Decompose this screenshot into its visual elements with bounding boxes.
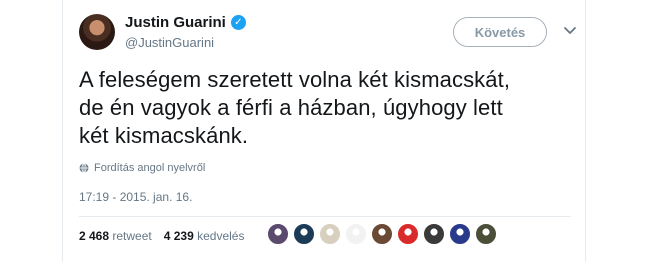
liker-avatar-2[interactable]: [293, 223, 315, 245]
author-handle[interactable]: @JustinGuarini: [125, 35, 246, 50]
tweet-timestamp[interactable]: 17:19 - 2015. jan. 16.: [79, 190, 192, 204]
engagement-stats: 2 468 retweet 4 239 kedvelés: [79, 229, 256, 243]
liker-avatar-3[interactable]: [319, 223, 341, 245]
tweet-card: Justin Guarini ✓ @JustinGuarini Követés …: [62, 0, 586, 262]
likes-label: kedvelés: [197, 229, 245, 243]
globe-icon: [79, 163, 89, 173]
name-row: Justin Guarini ✓: [125, 14, 246, 31]
author-avatar[interactable]: [79, 14, 115, 50]
liker-avatar-6[interactable]: [397, 223, 419, 245]
tweet-text: A feleségem szeretett volna két kismacsk…: [79, 66, 575, 150]
liker-avatar-9[interactable]: [475, 223, 497, 245]
retweets-count: 2 468: [79, 229, 110, 243]
translate-link[interactable]: Fordítás angol nyelvről: [79, 162, 205, 174]
likes-stat[interactable]: 4 239 kedvelés: [164, 229, 245, 243]
follow-button[interactable]: Követés: [453, 17, 547, 47]
liker-avatar-8[interactable]: [449, 223, 471, 245]
chevron-down-icon[interactable]: [563, 24, 577, 38]
liker-avatar-7[interactable]: [423, 223, 445, 245]
retweets-label: retweet: [112, 229, 152, 243]
divider: [79, 216, 571, 217]
liker-avatars: [267, 223, 501, 245]
tweet-text-line: két kismacskánk.: [79, 123, 249, 148]
liker-avatar-4[interactable]: [345, 223, 367, 245]
author-block: Justin Guarini ✓ @JustinGuarini: [125, 14, 246, 50]
retweets-stat[interactable]: 2 468 retweet: [79, 229, 152, 243]
verified-badge-icon: ✓: [230, 15, 246, 30]
liker-avatar-5[interactable]: [371, 223, 393, 245]
translate-label[interactable]: Fordítás angol nyelvről: [94, 162, 205, 174]
likes-count: 4 239: [163, 229, 194, 243]
author-display-name[interactable]: Justin Guarini: [125, 14, 226, 31]
tweet-text-line: A feleségem szeretett volna két kismacsk…: [79, 67, 511, 92]
liker-avatar-1[interactable]: [267, 223, 289, 245]
tweet-text-line: de én vagyok a férfi a házban, úgyhogy l…: [79, 95, 503, 120]
